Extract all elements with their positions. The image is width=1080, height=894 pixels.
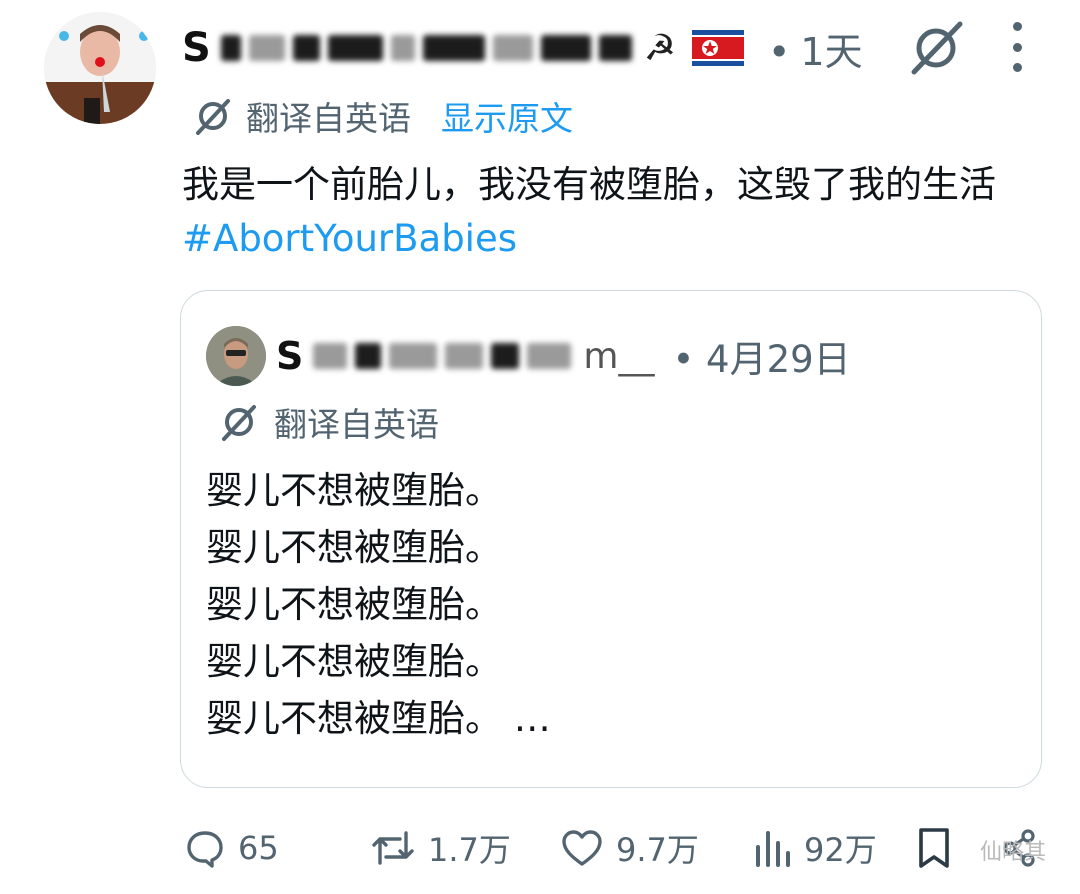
- watermark: 仙略其: [980, 840, 1047, 865]
- quoted-text: 婴儿不想被堕胎。 婴儿不想被堕胎。 婴儿不想被堕胎。 婴儿不想被堕胎。 婴儿不想…: [206, 462, 551, 747]
- translate-row: 翻译自英语 显示原文: [192, 92, 573, 140]
- post-time[interactable]: • 1天: [768, 21, 863, 76]
- post-text: 我是一个前胎儿，我没有被堕胎，这毁了我的生活 #AbortYourBabies: [182, 158, 1042, 266]
- heart-icon: [562, 830, 602, 866]
- quoted-author-avatar[interactable]: [206, 326, 266, 386]
- reply-button[interactable]: 65: [184, 820, 279, 876]
- reply-icon: [187, 831, 223, 868]
- repost-button[interactable]: 1.7万: [370, 820, 511, 876]
- quoted-line: 婴儿不想被堕胎。 …: [206, 697, 551, 740]
- hashtag-link[interactable]: #AbortYourBabies: [182, 217, 517, 260]
- grok-slash-icon: [222, 405, 256, 441]
- grok-icon[interactable]: [904, 16, 968, 80]
- quoted-line: 婴儿不想被堕胎。: [206, 526, 502, 569]
- hammer-sickle-icon: ☭: [643, 27, 676, 69]
- quoted-handle-tail: m__: [583, 335, 655, 377]
- author-handle: S: [182, 25, 211, 71]
- author-handle-redacted[interactable]: S ☭: [182, 26, 676, 70]
- post-body: 我是一个前胎儿，我没有被堕胎，这毁了我的生活: [182, 163, 996, 206]
- show-original-link[interactable]: 显示原文: [441, 92, 573, 140]
- bookmark-icon: [919, 828, 949, 868]
- repost-count: 1.7万: [428, 831, 511, 869]
- quoted-line: 婴儿不想被堕胎。: [206, 583, 502, 626]
- author-avatar[interactable]: [44, 12, 156, 124]
- quoted-header: S m__ • 4月29日: [276, 326, 851, 386]
- views-button[interactable]: 92万: [752, 820, 877, 876]
- quoted-ellipsis: …: [513, 697, 551, 740]
- quoted-date: • 4月29日: [672, 338, 851, 381]
- more-options-icon[interactable]: [1002, 22, 1032, 72]
- post-header: S ☭ • 1天: [182, 20, 863, 76]
- quoted-handle[interactable]: S: [276, 337, 303, 375]
- grok-slash-icon: [196, 99, 230, 135]
- like-count: 9.7万: [616, 831, 699, 869]
- views-count: 92万: [804, 831, 877, 869]
- repost-icon: [372, 831, 414, 865]
- quoted-line: 婴儿不想被堕胎。: [206, 640, 502, 683]
- reply-count: 65: [238, 829, 279, 867]
- translated-from-label: 翻译自英语: [246, 99, 411, 138]
- quoted-translated-label: 翻译自英语: [274, 405, 439, 444]
- north-korea-flag-icon: [692, 30, 744, 66]
- views-icon: [756, 831, 790, 867]
- action-bar: 65 1.7万 9.7万 92万: [184, 820, 1044, 876]
- like-button[interactable]: 9.7万: [560, 820, 699, 876]
- bookmark-button[interactable]: [916, 820, 964, 876]
- quoted-translate-row: 翻译自英语: [218, 398, 439, 446]
- quoted-line: 婴儿不想被堕胎。: [206, 469, 502, 512]
